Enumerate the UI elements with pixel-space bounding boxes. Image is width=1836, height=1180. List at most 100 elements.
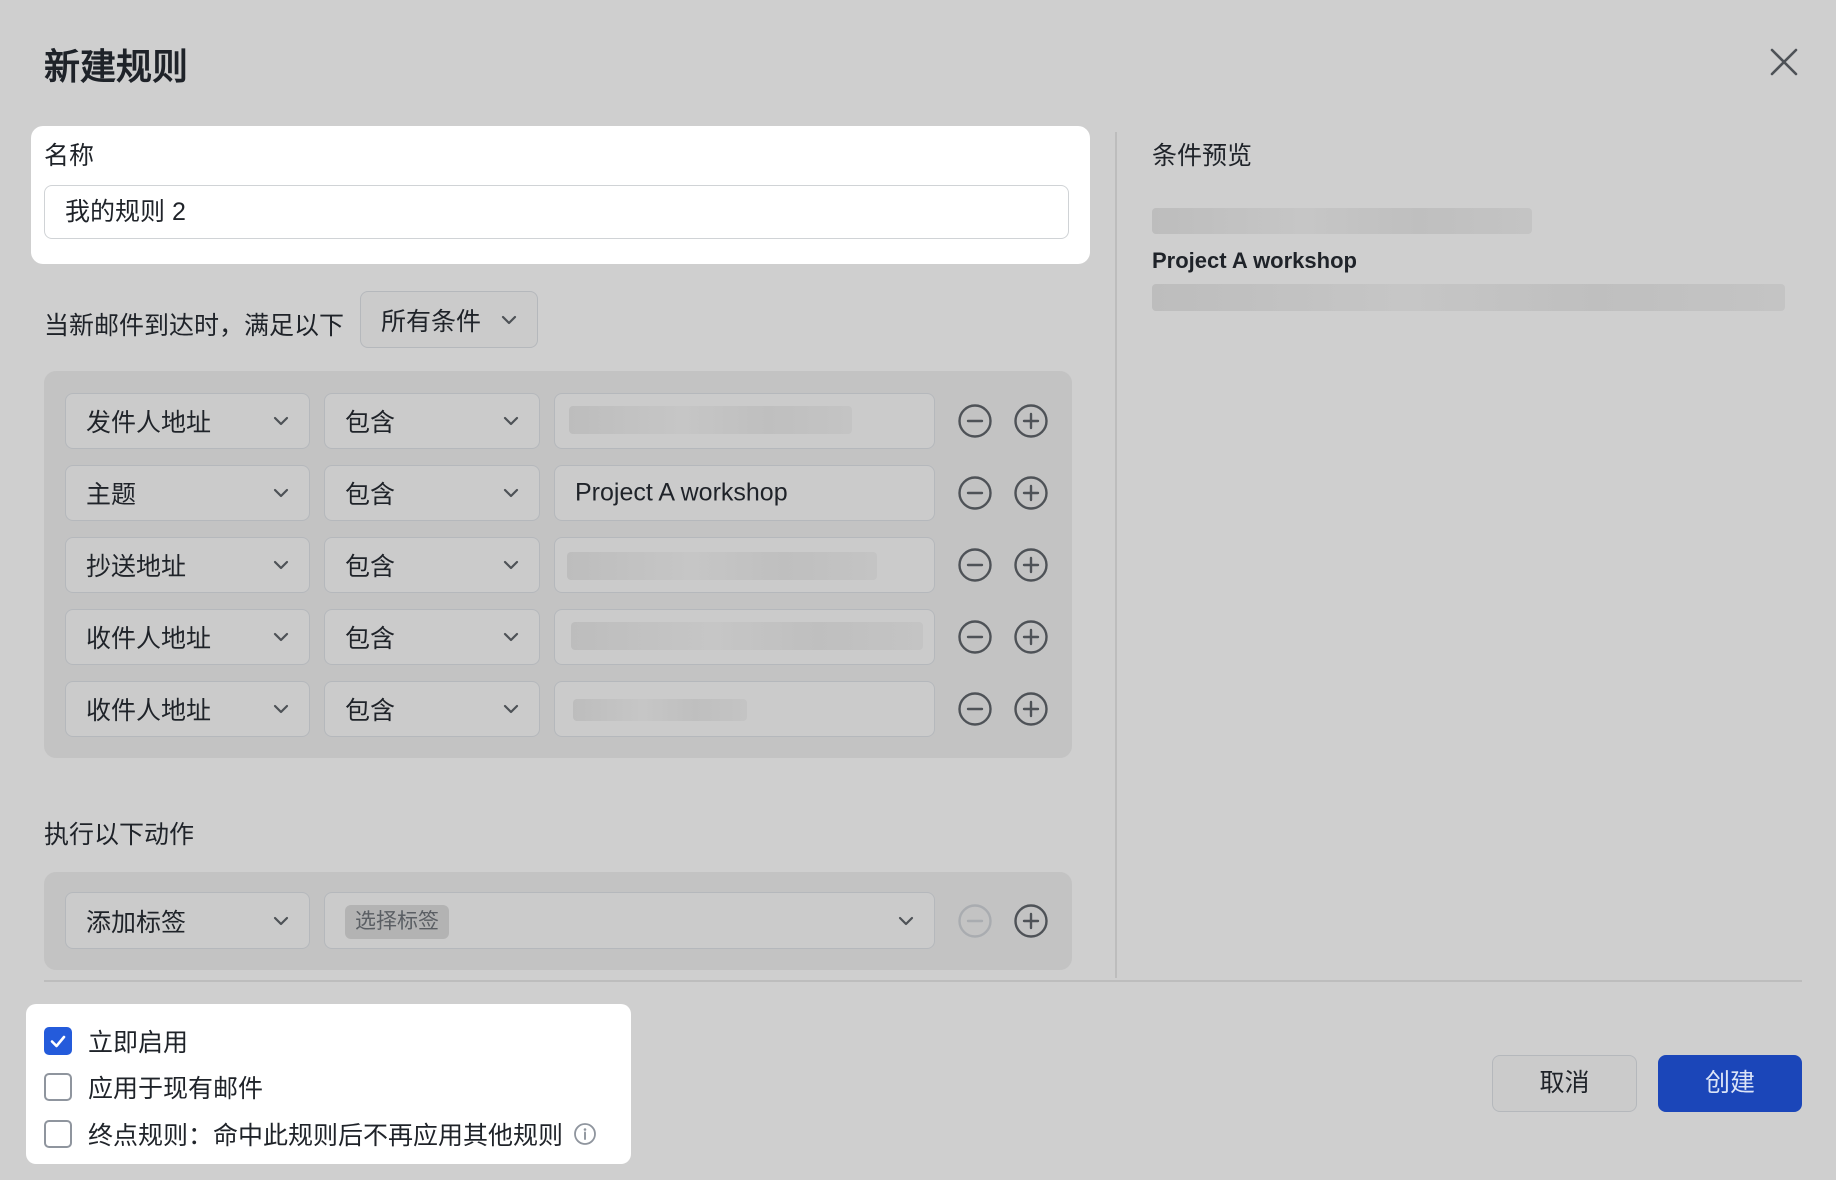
minus-circle-icon: [958, 404, 992, 438]
new-rule-dialog: 新建规则 名称 我的规则 2 当新邮件到达时，满足以下 所有条件 发件人地址 包…: [0, 0, 1836, 1180]
name-card: 名称 我的规则 2: [31, 126, 1090, 264]
condition-operator-dropdown[interactable]: 包含: [324, 465, 540, 521]
create-button[interactable]: 创建: [1658, 1055, 1802, 1112]
preview-title: 条件预览: [1152, 142, 1253, 170]
condition-field-dropdown[interactable]: 收件人地址: [65, 609, 310, 665]
chevron-down-icon: [271, 627, 291, 647]
remove-action-button: [957, 903, 993, 939]
minus-circle-icon: [958, 476, 992, 510]
chevron-down-icon: [271, 911, 291, 931]
condition-operator-dropdown[interactable]: 包含: [324, 681, 540, 737]
add-condition-button[interactable]: [1013, 403, 1049, 439]
dialog-title: 新建规则: [44, 46, 189, 87]
condition-operator-value: 包含: [345, 409, 396, 437]
condition-operator-dropdown[interactable]: 包含: [324, 393, 540, 449]
condition-value-text: Project A workshop: [575, 478, 788, 507]
preview-redacted-line: [1152, 208, 1532, 234]
action-type-value: 添加标签: [86, 908, 187, 937]
condition-field-value: 主题: [86, 481, 137, 509]
condition-operator-dropdown[interactable]: 包含: [324, 609, 540, 665]
chevron-down-icon: [501, 483, 521, 503]
redacted-value: [573, 699, 747, 721]
condition-field-dropdown[interactable]: 收件人地址: [65, 681, 310, 737]
plus-circle-icon: [1014, 620, 1048, 654]
condition-value-input[interactable]: [554, 393, 935, 449]
redacted-value: [567, 552, 877, 580]
terminal-rule-label: 终点规则：命中此规则后不再应用其他规则: [88, 1122, 564, 1150]
footer-divider: [44, 980, 1802, 982]
add-condition-button[interactable]: [1013, 475, 1049, 511]
check-icon: [50, 1035, 66, 1048]
chevron-down-icon: [271, 555, 291, 575]
actions-title: 执行以下动作: [44, 821, 195, 849]
condition-intro: 当新邮件到达时，满足以下: [44, 312, 345, 340]
chevron-down-icon: [271, 483, 291, 503]
action-type-dropdown[interactable]: 添加标签: [65, 892, 310, 949]
terminal-rule-checkbox[interactable]: [44, 1120, 72, 1148]
chevron-down-icon: [271, 411, 291, 431]
minus-circle-icon: [958, 692, 992, 726]
condition-field-value: 收件人地址: [86, 625, 212, 653]
add-condition-button[interactable]: [1013, 691, 1049, 727]
chevron-down-icon: [499, 310, 519, 330]
plus-circle-icon: [1014, 692, 1048, 726]
enable-now-label: 立即启用: [88, 1029, 189, 1057]
enable-now-option[interactable]: 立即启用: [44, 1026, 189, 1057]
terminal-rule-option[interactable]: 终点规则：命中此规则后不再应用其他规则: [44, 1119, 597, 1150]
condition-operator-value: 包含: [345, 625, 396, 653]
condition-field-dropdown[interactable]: 主题: [65, 465, 310, 521]
vertical-divider: [1115, 132, 1117, 978]
chevron-down-icon: [501, 555, 521, 575]
match-mode-value: 所有条件: [381, 307, 482, 336]
condition-operator-dropdown[interactable]: 包含: [324, 537, 540, 593]
plus-circle-icon: [1014, 904, 1048, 938]
preview-redacted-line: [1152, 284, 1785, 311]
chevron-down-icon: [896, 911, 916, 931]
condition-value-input[interactable]: Project A workshop: [554, 465, 935, 521]
name-label: 名称: [44, 142, 95, 170]
condition-operator-value: 包含: [345, 697, 396, 725]
condition-field-dropdown[interactable]: 发件人地址: [65, 393, 310, 449]
remove-condition-button[interactable]: [957, 691, 993, 727]
condition-field-value: 发件人地址: [86, 409, 212, 437]
rule-name-input[interactable]: 我的规则 2: [44, 185, 1069, 239]
apply-existing-checkbox[interactable]: [44, 1073, 72, 1101]
condition-field-dropdown[interactable]: 抄送地址: [65, 537, 310, 593]
plus-circle-icon: [1014, 476, 1048, 510]
add-condition-button[interactable]: [1013, 547, 1049, 583]
apply-existing-label: 应用于现有邮件: [88, 1075, 264, 1103]
redacted-value: [571, 622, 923, 650]
condition-field-value: 收件人地址: [86, 697, 212, 725]
condition-value-input[interactable]: [554, 681, 935, 737]
condition-operator-value: 包含: [345, 481, 396, 509]
plus-circle-icon: [1014, 548, 1048, 582]
remove-condition-button[interactable]: [957, 475, 993, 511]
condition-value-input[interactable]: [554, 609, 935, 665]
add-action-button[interactable]: [1013, 903, 1049, 939]
condition-value-input[interactable]: [554, 537, 935, 593]
tag-select-dropdown[interactable]: 选择标签: [324, 892, 935, 949]
enable-now-checkbox[interactable]: [44, 1027, 72, 1055]
remove-condition-button[interactable]: [957, 547, 993, 583]
chevron-down-icon: [271, 699, 291, 719]
cancel-button[interactable]: 取消: [1492, 1055, 1637, 1112]
chevron-down-icon: [501, 411, 521, 431]
close-icon[interactable]: [1766, 44, 1802, 80]
options-card: 立即启用 应用于现有邮件 终点规则：命中此规则后不再应用其他规则: [26, 1004, 631, 1164]
plus-circle-icon: [1014, 404, 1048, 438]
minus-circle-icon: [958, 620, 992, 654]
preview-subject: Project A workshop: [1152, 248, 1357, 273]
add-condition-button[interactable]: [1013, 619, 1049, 655]
apply-existing-option[interactable]: 应用于现有邮件: [44, 1072, 264, 1103]
info-icon[interactable]: [573, 1122, 597, 1146]
minus-circle-icon: [958, 548, 992, 582]
match-mode-dropdown[interactable]: 所有条件: [360, 291, 538, 348]
tag-placeholder: 选择标签: [345, 905, 449, 939]
chevron-down-icon: [501, 699, 521, 719]
redacted-value: [569, 406, 852, 434]
remove-condition-button[interactable]: [957, 619, 993, 655]
condition-field-value: 抄送地址: [86, 553, 187, 581]
remove-condition-button[interactable]: [957, 403, 993, 439]
chevron-down-icon: [501, 627, 521, 647]
condition-operator-value: 包含: [345, 553, 396, 581]
